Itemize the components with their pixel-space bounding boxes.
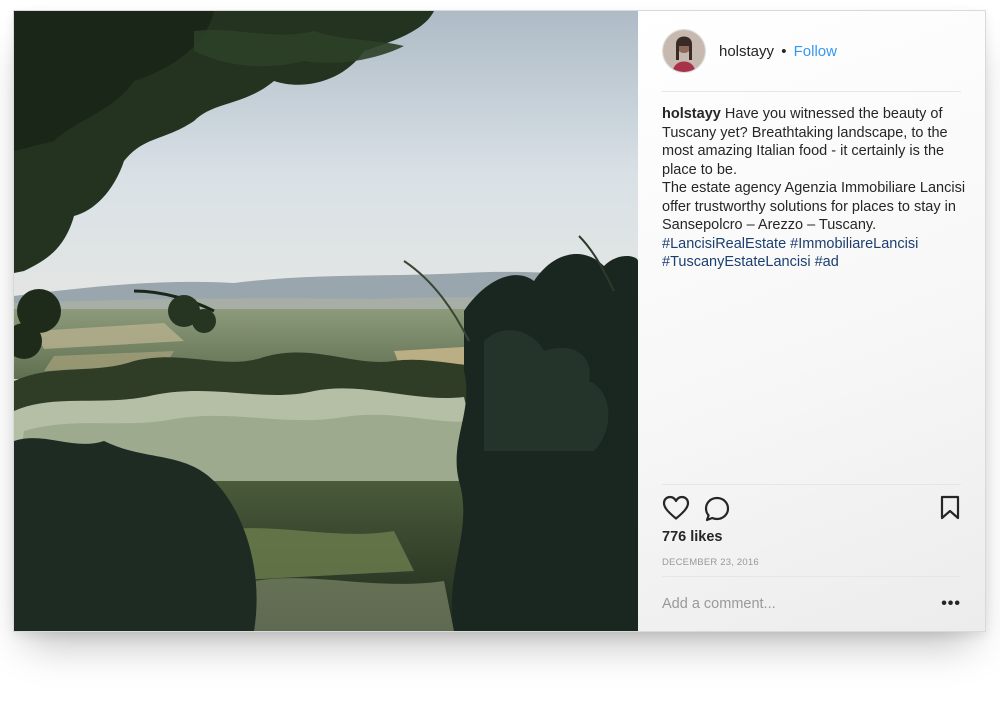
comment-divider <box>662 576 961 577</box>
post-date: DECEMBER 23, 2016 <box>662 557 759 568</box>
header-divider <box>662 91 961 92</box>
hashtag-list: #LancisiRealEstate #ImmobiliareLancisi #… <box>662 235 968 272</box>
hashtag-link[interactable]: #ImmobiliareLancisi <box>790 236 918 252</box>
separator-dot: • <box>781 42 787 60</box>
post-header: holstayy • Follow <box>662 28 961 74</box>
post-photo[interactable] <box>14 11 638 631</box>
username-link[interactable]: holstayy <box>719 43 774 60</box>
post-actions <box>662 495 961 525</box>
caption-username-link[interactable]: holstayy <box>662 106 721 122</box>
comment-bubble-icon[interactable] <box>703 495 731 528</box>
profile-photo-icon <box>663 30 705 72</box>
actions-divider <box>662 484 961 485</box>
add-comment-input[interactable] <box>662 596 922 612</box>
hashtag-link[interactable]: #ad <box>815 254 839 270</box>
caption-paragraph-1: holstayy Have you witnessed the beauty o… <box>662 105 968 179</box>
bookmark-icon[interactable] <box>939 495 961 526</box>
hashtag-link[interactable]: #LancisiRealEstate <box>662 236 786 252</box>
heart-icon[interactable] <box>662 495 690 526</box>
like-count[interactable]: 776 likes <box>662 529 722 545</box>
header-text: holstayy • Follow <box>719 43 837 60</box>
post-caption: holstayy Have you witnessed the beauty o… <box>662 105 968 272</box>
more-options-icon[interactable]: ••• <box>941 595 961 613</box>
tuscany-landscape-image <box>14 11 638 631</box>
follow-button[interactable]: Follow <box>794 43 837 60</box>
post-card: holstayy • Follow holstayy Have you witn… <box>13 10 986 632</box>
avatar[interactable] <box>662 29 706 73</box>
post-details-panel: holstayy • Follow holstayy Have you witn… <box>638 11 985 631</box>
caption-paragraph-2: The estate agency Agenzia Immobiliare La… <box>662 180 966 233</box>
hashtag-link[interactable]: #TuscanyEstateLancisi <box>662 254 811 270</box>
